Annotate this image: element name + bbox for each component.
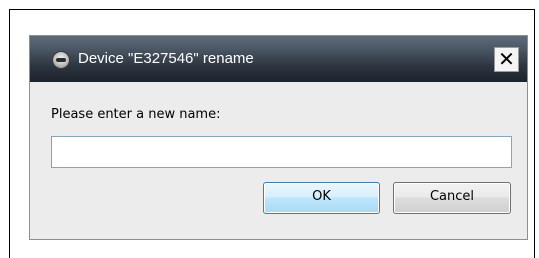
new-name-input[interactable] (51, 136, 512, 168)
cancel-button[interactable]: Cancel (393, 182, 511, 214)
device-icon (52, 51, 70, 69)
dialog-titlebar[interactable]: Device "E327546" rename ✕ (30, 36, 527, 82)
dialog-title: Device "E327546" rename (78, 50, 254, 67)
prompt-label: Please enter a new name: (51, 107, 221, 122)
close-button[interactable]: ✕ (494, 47, 519, 72)
ok-button[interactable]: OK (263, 182, 380, 214)
rename-dialog: Device "E327546" rename ✕ Please enter a… (29, 35, 528, 240)
close-icon: ✕ (498, 47, 515, 71)
